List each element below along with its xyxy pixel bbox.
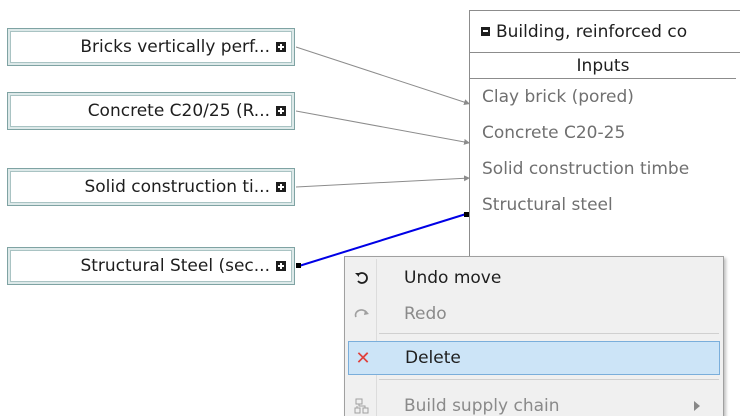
expand-icon[interactable] [276,106,286,116]
expand-icon[interactable] [276,182,286,192]
provider-node-body: Structural Steel (sec... [10,250,292,282]
expand-icon[interactable] [276,261,286,271]
expand-icon[interactable] [276,42,286,52]
context-menu: Undo move Redo ✕ Delete Build supply cha… [344,256,724,416]
supply-chain-icon [348,398,376,414]
provider-node-concrete[interactable]: Concrete C20/25 (R... [7,92,295,130]
input-flow-concrete[interactable]: Concrete C20-25 [470,115,740,151]
input-flow-structural-steel[interactable]: Structural steel [470,187,740,223]
redo-icon [348,306,376,322]
process-node-header[interactable]: Building, reinforced co [470,11,740,53]
undo-icon [348,270,376,286]
menu-item-label: Undo move [404,268,502,288]
menu-item-undo-move[interactable]: Undo move [348,261,720,295]
menu-separator [379,333,719,334]
provider-node-label: Solid construction ti... [84,177,270,197]
input-flow-clay-brick[interactable]: Clay brick (pored) [470,79,740,115]
menu-item-build-supply-chain[interactable]: Build supply chain [348,389,720,416]
menu-item-label: Delete [405,348,461,368]
provider-node-label: Bricks vertically perf... [80,37,270,57]
provider-node-bricks[interactable]: Bricks vertically perf... [7,28,295,66]
provider-node-body: Solid construction ti... [10,171,292,203]
inputs-section-header: Inputs [470,53,736,79]
provider-node-steel[interactable]: Structural Steel (sec... [7,247,295,285]
menu-item-label: Redo [404,304,447,324]
link-timber-to-timber[interactable] [295,175,471,188]
collapse-icon[interactable] [481,27,490,36]
link-bricks-to-clay[interactable] [295,46,471,105]
provider-node-label: Structural Steel (sec... [80,256,270,276]
link-concrete-to-c2025[interactable] [295,110,471,145]
menu-item-delete[interactable]: ✕ Delete [348,341,720,375]
menu-separator [379,379,719,380]
provider-node-timber[interactable]: Solid construction ti... [7,168,295,206]
menu-item-label: Build supply chain [404,396,560,416]
provider-node-label: Concrete C20/25 (R... [87,101,270,121]
input-flow-timber[interactable]: Solid construction timbe [470,151,740,187]
process-node-title: Building, reinforced co [496,21,688,42]
provider-node-body: Concrete C20/25 (R... [10,95,292,127]
menu-item-redo[interactable]: Redo [348,297,720,331]
delete-x-icon: ✕ [355,347,371,369]
link-handle-start[interactable] [296,263,301,268]
submenu-arrow-icon [694,401,700,411]
provider-node-body: Bricks vertically perf... [10,31,292,63]
